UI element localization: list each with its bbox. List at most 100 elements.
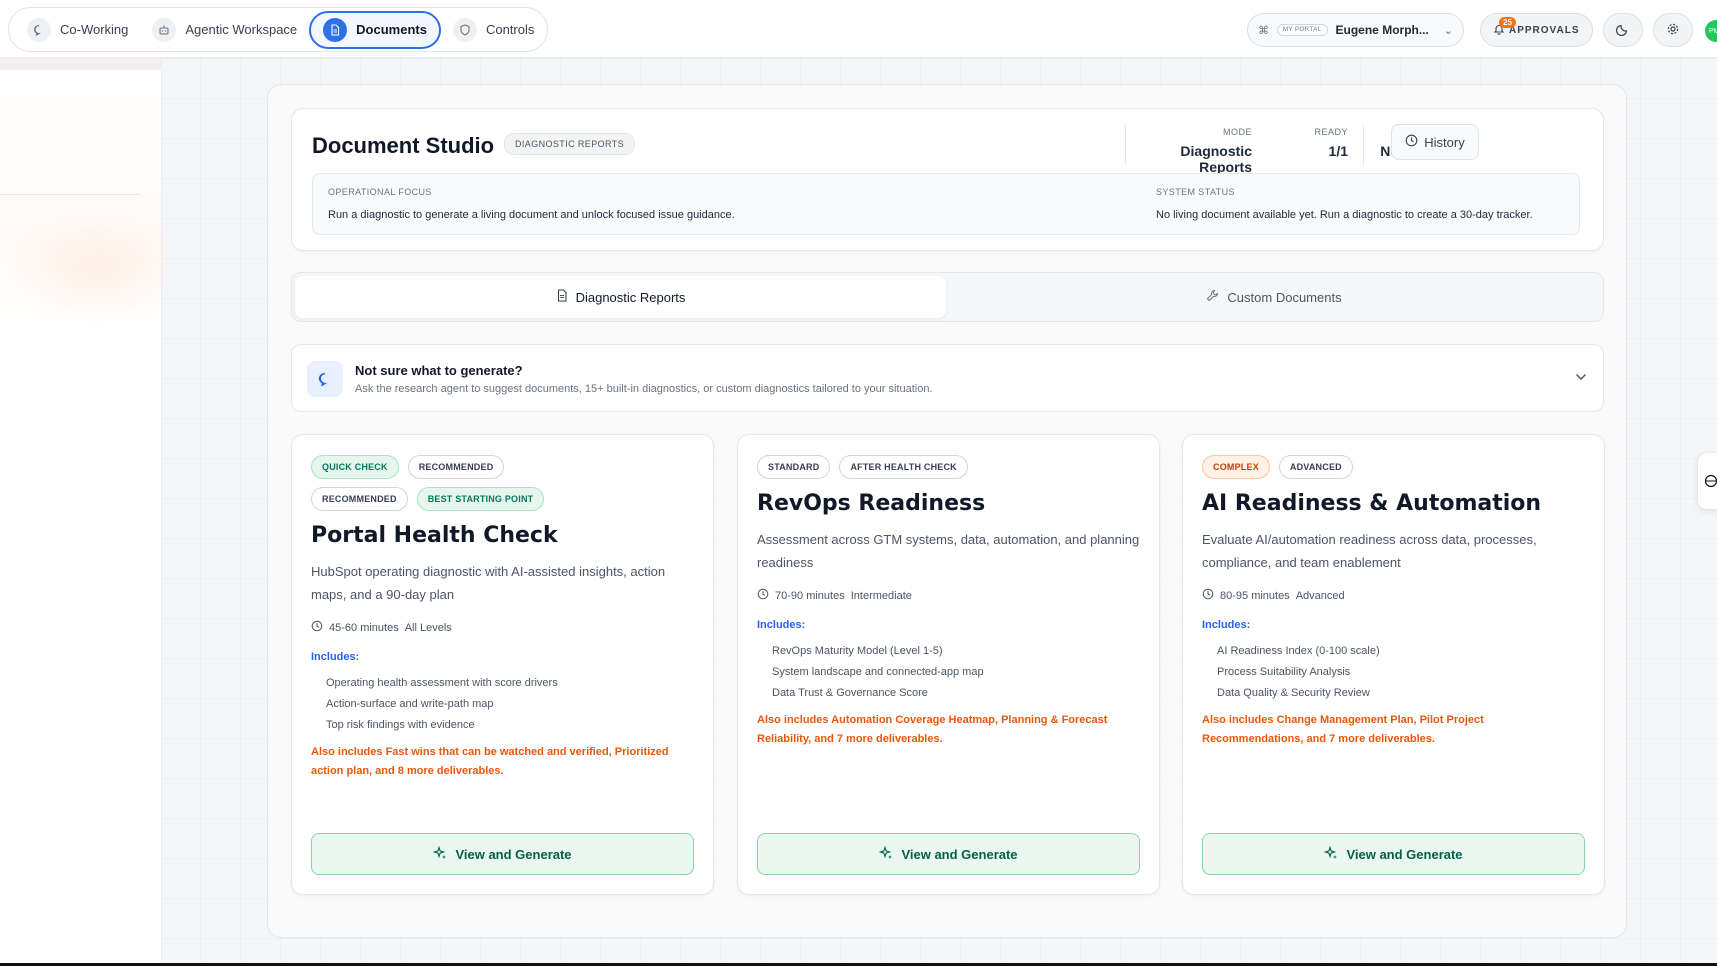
wrench-icon — [1206, 289, 1219, 305]
card-description: Assessment across GTM systems, data, aut… — [757, 532, 1140, 570]
mode-metric: MODE Diagnostic Reports — [1142, 127, 1252, 175]
card-duration: 80-95 minutes — [1220, 589, 1290, 602]
focus-status-box: OPERATIONAL FOCUS Run a diagnostic to ge… — [312, 173, 1580, 235]
diagnostic-card-ai-readiness: COMPLEX ADVANCED AI Readiness & Automati… — [1182, 434, 1605, 895]
page-title: Document Studio — [312, 133, 495, 158]
portal-selector[interactable]: ⌘ MY PORTAL Eugene Morph... ⌄ — [1247, 13, 1464, 47]
gear-icon — [1666, 22, 1680, 39]
suggest-panel[interactable]: Not sure what to generate? Ask the resea… — [291, 344, 1604, 412]
diagnostic-card-revops: STANDARD AFTER HEALTH CHECK RevOps Readi… — [737, 434, 1160, 895]
mode-value: Diagnostic Reports — [1180, 143, 1252, 175]
approvals-count-badge: 25 — [1499, 17, 1516, 28]
tab-diagnostic-reports[interactable]: Diagnostic Reports — [295, 276, 946, 318]
view-and-generate-button[interactable]: View and Generate — [1202, 833, 1585, 875]
card-tags: QUICK CHECK RECOMMENDED RECOMMENDED BEST… — [311, 455, 571, 511]
more-deliverables: Also includes Fast wins that can be watc… — [311, 746, 669, 777]
card-meta: 70-90 minutes Intermediate — [757, 588, 1140, 603]
nav-documents[interactable]: Documents — [309, 10, 441, 49]
clock-icon — [1202, 588, 1214, 603]
divider — [1125, 125, 1126, 165]
list-item: RevOps Maturity Model (Level 1-5) — [772, 645, 943, 657]
suggest-title: Not sure what to generate? — [355, 363, 523, 378]
list-item: Data Trust & Governance Score — [772, 687, 928, 699]
focus-text: Run a diagnostic to generate a living do… — [328, 209, 735, 221]
diagnostic-card-portal-health: QUICK CHECK RECOMMENDED RECOMMENDED BEST… — [291, 434, 714, 895]
main-nav: Co-Working Agentic Workspace Documents C… — [8, 7, 548, 52]
card-tags: STANDARD AFTER HEALTH CHECK — [757, 455, 1117, 479]
list-item: Operating health assessment with score d… — [326, 677, 558, 689]
status-label: SYSTEM STATUS — [1156, 187, 1235, 197]
card-level: All Levels — [404, 621, 452, 634]
tab-label: Custom Documents — [1227, 289, 1342, 305]
clock-icon — [757, 588, 769, 603]
chat-icon — [27, 17, 51, 42]
nav-co-working[interactable]: Co-Working — [15, 11, 140, 49]
nav-label: Co-Working — [60, 22, 129, 37]
nav-label: Documents — [356, 22, 427, 37]
mode-label: MODE — [1223, 127, 1252, 137]
includes-heading: Includes: — [1202, 619, 1251, 631]
left-panel-glow — [0, 208, 162, 328]
document-icon — [556, 289, 568, 305]
avatar[interactable]: PM — [1705, 20, 1717, 42]
sparkle-icon — [879, 845, 893, 863]
view-and-generate-button[interactable]: View and Generate — [311, 833, 694, 875]
robot-icon — [152, 17, 177, 42]
button-label: View and Generate — [455, 846, 572, 862]
settings-button[interactable] — [1653, 13, 1693, 47]
card-meta: 80-95 minutes Advanced — [1202, 588, 1585, 603]
nav-agentic-workspace[interactable]: Agentic Workspace — [140, 11, 309, 49]
nav-controls[interactable]: Controls — [441, 11, 546, 49]
button-label: View and Generate — [901, 846, 1018, 862]
focus-label: OPERATIONAL FOCUS — [328, 187, 432, 197]
card-title: AI Readiness & Automation — [1202, 491, 1542, 516]
tab-custom-documents[interactable]: Custom Documents — [946, 276, 1602, 318]
includes-list: AI Readiness Index (0-100 scale) Process… — [1202, 645, 1585, 699]
theme-toggle-button[interactable] — [1603, 13, 1643, 47]
includes-list: RevOps Maturity Model (Level 1-5) System… — [757, 645, 1140, 699]
list-item: AI Readiness Index (0-100 scale) — [1217, 645, 1380, 657]
card-title: Portal Health Check — [311, 523, 558, 548]
left-panel — [0, 58, 162, 966]
button-label: View and Generate — [1346, 846, 1463, 862]
card-duration: 70-90 minutes — [775, 589, 845, 602]
tag-badge: BEST STARTING POINT — [416, 487, 545, 511]
card-meta: 45-60 minutes All Levels — [311, 620, 694, 635]
approvals-button[interactable]: 25 APPROVALS — [1480, 13, 1593, 47]
left-panel-divider — [0, 194, 140, 195]
list-item: Data Quality & Security Review — [1217, 687, 1370, 699]
chat-icon — [307, 361, 343, 397]
card-title: RevOps Readiness — [757, 491, 986, 516]
document-studio-panel: Document Studio DIAGNOSTIC REPORTS MODE … — [267, 84, 1627, 938]
approvals-label: APPROVALS — [1509, 24, 1580, 36]
portal-chip: MY PORTAL — [1277, 24, 1328, 36]
history-button[interactable]: History — [1391, 124, 1479, 160]
card-level: Advanced — [1295, 589, 1345, 602]
card-description: Evaluate AI/automation readiness across … — [1202, 532, 1537, 570]
card-duration: 45-60 minutes — [329, 621, 399, 634]
card-level: Intermediate — [850, 589, 912, 602]
top-bar: Co-Working Agentic Workspace Documents C… — [0, 0, 1717, 58]
includes-heading: Includes: — [311, 651, 360, 663]
report-type-tabs: Diagnostic Reports Custom Documents — [291, 272, 1604, 322]
tab-label: Diagnostic Reports — [575, 289, 686, 305]
card-tags: COMPLEX ADVANCED — [1202, 455, 1562, 479]
tag-badge: ADVANCED — [1278, 455, 1353, 479]
globe-icon[interactable] — [1697, 452, 1717, 510]
tag-badge: RECOMMENDED — [407, 455, 505, 479]
status-text: No living document available yet. Run a … — [1156, 209, 1533, 221]
view-and-generate-button[interactable]: View and Generate — [757, 833, 1140, 875]
tag-badge: COMPLEX — [1202, 455, 1270, 479]
list-item: Process Suitability Analysis — [1217, 666, 1351, 678]
more-deliverables: Also includes Change Management Plan, Pi… — [1202, 714, 1484, 745]
tag-badge: RECOMMENDED — [311, 487, 408, 511]
chevron-down-icon: ⌄ — [1443, 24, 1453, 37]
more-deliverables: Also includes Automation Coverage Heatma… — [757, 714, 1108, 745]
sparkle-icon — [433, 845, 447, 863]
ready-metric: READY 1/1 — [1288, 127, 1348, 159]
chevron-down-icon[interactable] — [1575, 369, 1587, 384]
nav-label: Controls — [485, 22, 535, 37]
tag-badge: STANDARD — [757, 455, 831, 479]
nav-label: Agentic Workspace — [185, 22, 298, 37]
shield-icon — [452, 17, 477, 42]
